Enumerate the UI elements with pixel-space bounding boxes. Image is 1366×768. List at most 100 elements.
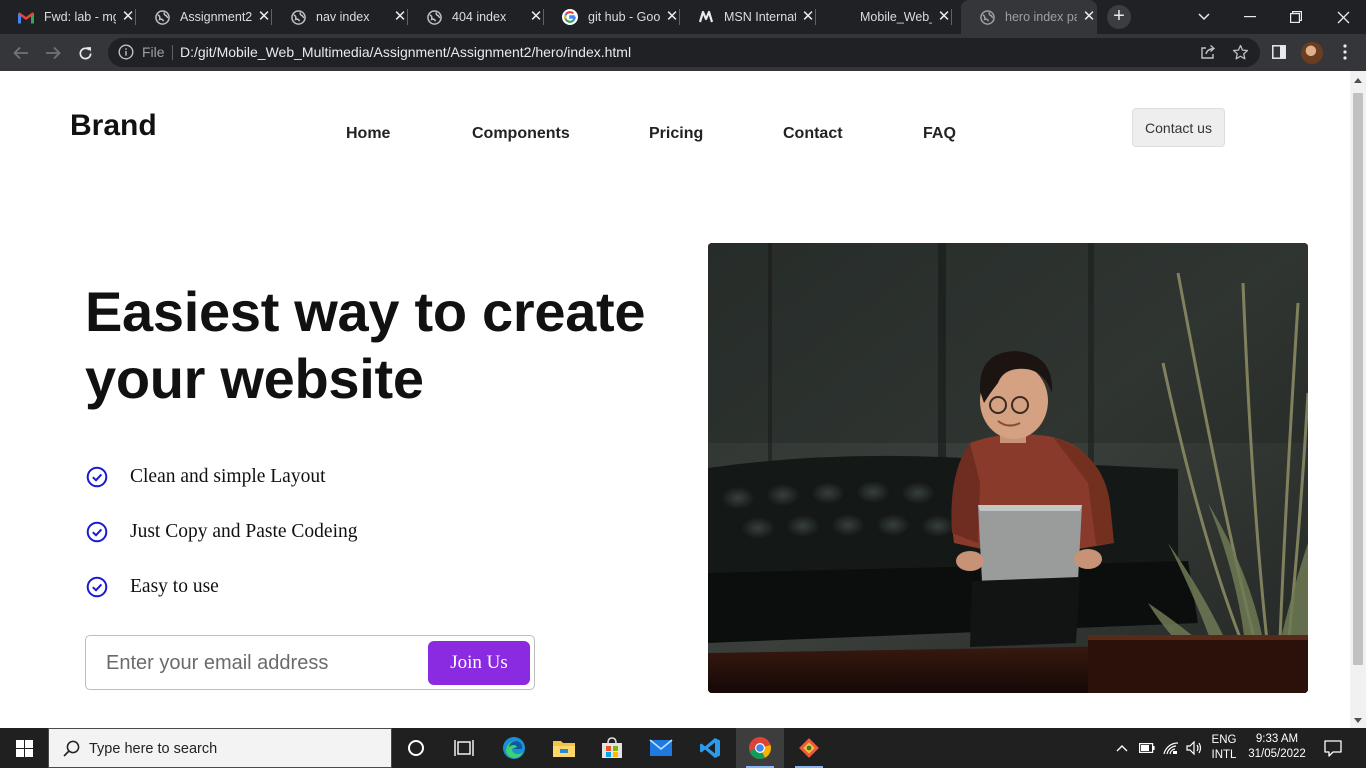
battery-icon[interactable] xyxy=(1137,728,1157,768)
globe-icon xyxy=(979,9,995,25)
restore-icon[interactable] xyxy=(1273,0,1319,34)
close-window-icon[interactable] xyxy=(1320,0,1366,34)
url-scheme-label: File xyxy=(142,44,165,60)
language-code: ENG xyxy=(1211,734,1237,746)
tab-title: Assignment2 xyxy=(180,10,252,24)
scrollbar-thumb[interactable] xyxy=(1353,93,1363,665)
wifi-icon[interactable] xyxy=(1161,728,1181,768)
close-tab-icon[interactable]: ✕ xyxy=(1081,9,1097,25)
forward-arrow-icon[interactable] xyxy=(40,40,66,66)
check-circle-icon xyxy=(86,521,108,543)
clock-date: 31/05/2022 xyxy=(1248,748,1306,760)
tab-title: Fwd: lab - mg xyxy=(44,10,116,24)
hero-title-line: Easiest way to create xyxy=(85,280,646,343)
side-panel-icon[interactable] xyxy=(1269,42,1289,62)
nav-link-faq[interactable]: FAQ xyxy=(923,125,956,143)
tab-title: git hub - Goo xyxy=(588,10,660,24)
gmail-icon xyxy=(18,9,34,25)
mail-icon[interactable] xyxy=(637,728,685,768)
back-arrow-icon[interactable] xyxy=(8,40,34,66)
nav-link-contact[interactable]: Contact xyxy=(783,125,843,143)
share-icon[interactable] xyxy=(1198,42,1218,62)
taskbar-search-box[interactable]: Type here to search xyxy=(48,728,392,768)
reload-icon[interactable] xyxy=(72,40,98,66)
scroll-up-icon[interactable] xyxy=(1354,78,1362,83)
language-indicator[interactable]: ENG INTL xyxy=(1208,733,1240,763)
tab-title: nav index xyxy=(316,10,370,24)
email-input[interactable] xyxy=(106,648,406,678)
more-menu-icon[interactable] xyxy=(1335,42,1355,62)
nav-link-pricing[interactable]: Pricing xyxy=(649,125,703,143)
browser-tab[interactable]: Assignment2 ✕ xyxy=(136,0,272,34)
globe-icon xyxy=(426,9,442,25)
close-tab-icon[interactable]: ✕ xyxy=(800,9,816,25)
nav-link-home[interactable]: Home xyxy=(346,125,390,143)
url-text[interactable]: D:/git/Mobile_Web_Multimedia/Assignment/… xyxy=(180,44,631,60)
browser-tab[interactable]: Mobile_Web_ ✕ xyxy=(816,0,952,34)
vscode-icon[interactable] xyxy=(686,728,734,768)
join-us-button[interactable]: Join Us xyxy=(428,641,530,685)
page-viewport: Brand Home Components Pricing Contact FA… xyxy=(0,71,1350,728)
close-tab-icon[interactable]: ✕ xyxy=(392,9,408,25)
clock-time: 9:33 AM xyxy=(1255,733,1299,745)
browser-tab-active[interactable]: hero index pa ✕ xyxy=(961,0,1097,34)
hero-photo-woman-on-sofa xyxy=(708,243,1308,693)
task-view-icon[interactable] xyxy=(440,728,488,768)
tab-title: MSN Internat xyxy=(724,10,796,24)
feature-item: Easy to use xyxy=(86,575,219,599)
close-tab-icon[interactable]: ✕ xyxy=(120,9,136,25)
chevron-up-icon[interactable] xyxy=(1112,728,1132,768)
minimize-icon[interactable] xyxy=(1227,0,1273,34)
edge-browser-icon[interactable] xyxy=(490,728,538,768)
cortana-icon[interactable] xyxy=(392,728,440,768)
file-explorer-icon[interactable] xyxy=(540,728,588,768)
address-bar[interactable]: File D:/git/Mobile_Web_Multimedia/Assign… xyxy=(108,38,1260,67)
tab-title: 404 index xyxy=(452,10,507,24)
nav-link-components[interactable]: Components xyxy=(472,125,570,143)
close-tab-icon[interactable]: ✕ xyxy=(936,9,952,25)
notification-icon[interactable] xyxy=(1318,728,1348,768)
keyboard-layout: INTL xyxy=(1211,749,1237,761)
brand-logo[interactable]: Brand xyxy=(70,109,157,143)
check-circle-icon xyxy=(86,576,108,598)
search-placeholder: Type here to search xyxy=(89,741,218,757)
browser-tab[interactable]: Fwd: lab - mg ✕ xyxy=(0,0,136,34)
page-scrollbar[interactable] xyxy=(1350,71,1366,728)
windows-taskbar: Type here to search ENG INTL 9:33 AM 31/… xyxy=(0,728,1366,768)
bookmark-star-icon[interactable] xyxy=(1230,42,1250,62)
blank-icon xyxy=(834,9,850,25)
feature-item: Clean and simple Layout xyxy=(86,465,326,489)
hero-image xyxy=(708,243,1308,693)
scroll-down-icon[interactable] xyxy=(1354,718,1362,723)
google-icon xyxy=(562,9,578,25)
contact-us-button[interactable]: Contact us xyxy=(1132,108,1225,147)
info-icon[interactable] xyxy=(118,44,134,65)
browser-tab[interactable]: MSN Internat ✕ xyxy=(680,0,816,34)
search-icon xyxy=(63,740,80,762)
browser-tab[interactable]: git hub - Goo ✕ xyxy=(544,0,680,34)
git-kraken-icon[interactable] xyxy=(785,728,833,768)
windows-start-icon[interactable] xyxy=(0,728,48,768)
new-tab-button[interactable]: + xyxy=(1107,5,1131,29)
browser-tab-strip: Fwd: lab - mg ✕ Assignment2 ✕ nav index … xyxy=(0,0,1366,34)
browser-tab[interactable]: nav index ✕ xyxy=(272,0,408,34)
feature-text: Clean and simple Layout xyxy=(130,466,326,487)
tab-title: Mobile_Web_ xyxy=(860,10,932,24)
browser-tab[interactable]: 404 index ✕ xyxy=(408,0,544,34)
close-tab-icon[interactable]: ✕ xyxy=(528,9,544,25)
microsoft-store-icon[interactable] xyxy=(588,728,636,768)
subscribe-form: Join Us xyxy=(85,635,535,690)
feature-text: Easy to use xyxy=(130,576,219,597)
tab-search-icon[interactable] xyxy=(1181,0,1227,34)
browser-toolbar: File D:/git/Mobile_Web_Multimedia/Assign… xyxy=(0,34,1366,71)
volume-icon[interactable] xyxy=(1184,728,1204,768)
chrome-icon[interactable] xyxy=(736,728,784,768)
feature-text: Just Copy and Paste Codeing xyxy=(130,521,358,542)
close-tab-icon[interactable]: ✕ xyxy=(664,9,680,25)
clock[interactable]: 9:33 AM 31/05/2022 xyxy=(1244,732,1310,762)
globe-icon xyxy=(290,9,306,25)
check-circle-icon xyxy=(86,466,108,488)
close-tab-icon[interactable]: ✕ xyxy=(256,9,272,25)
profile-avatar[interactable] xyxy=(1301,42,1323,64)
hero-title-line: your website xyxy=(85,347,424,410)
